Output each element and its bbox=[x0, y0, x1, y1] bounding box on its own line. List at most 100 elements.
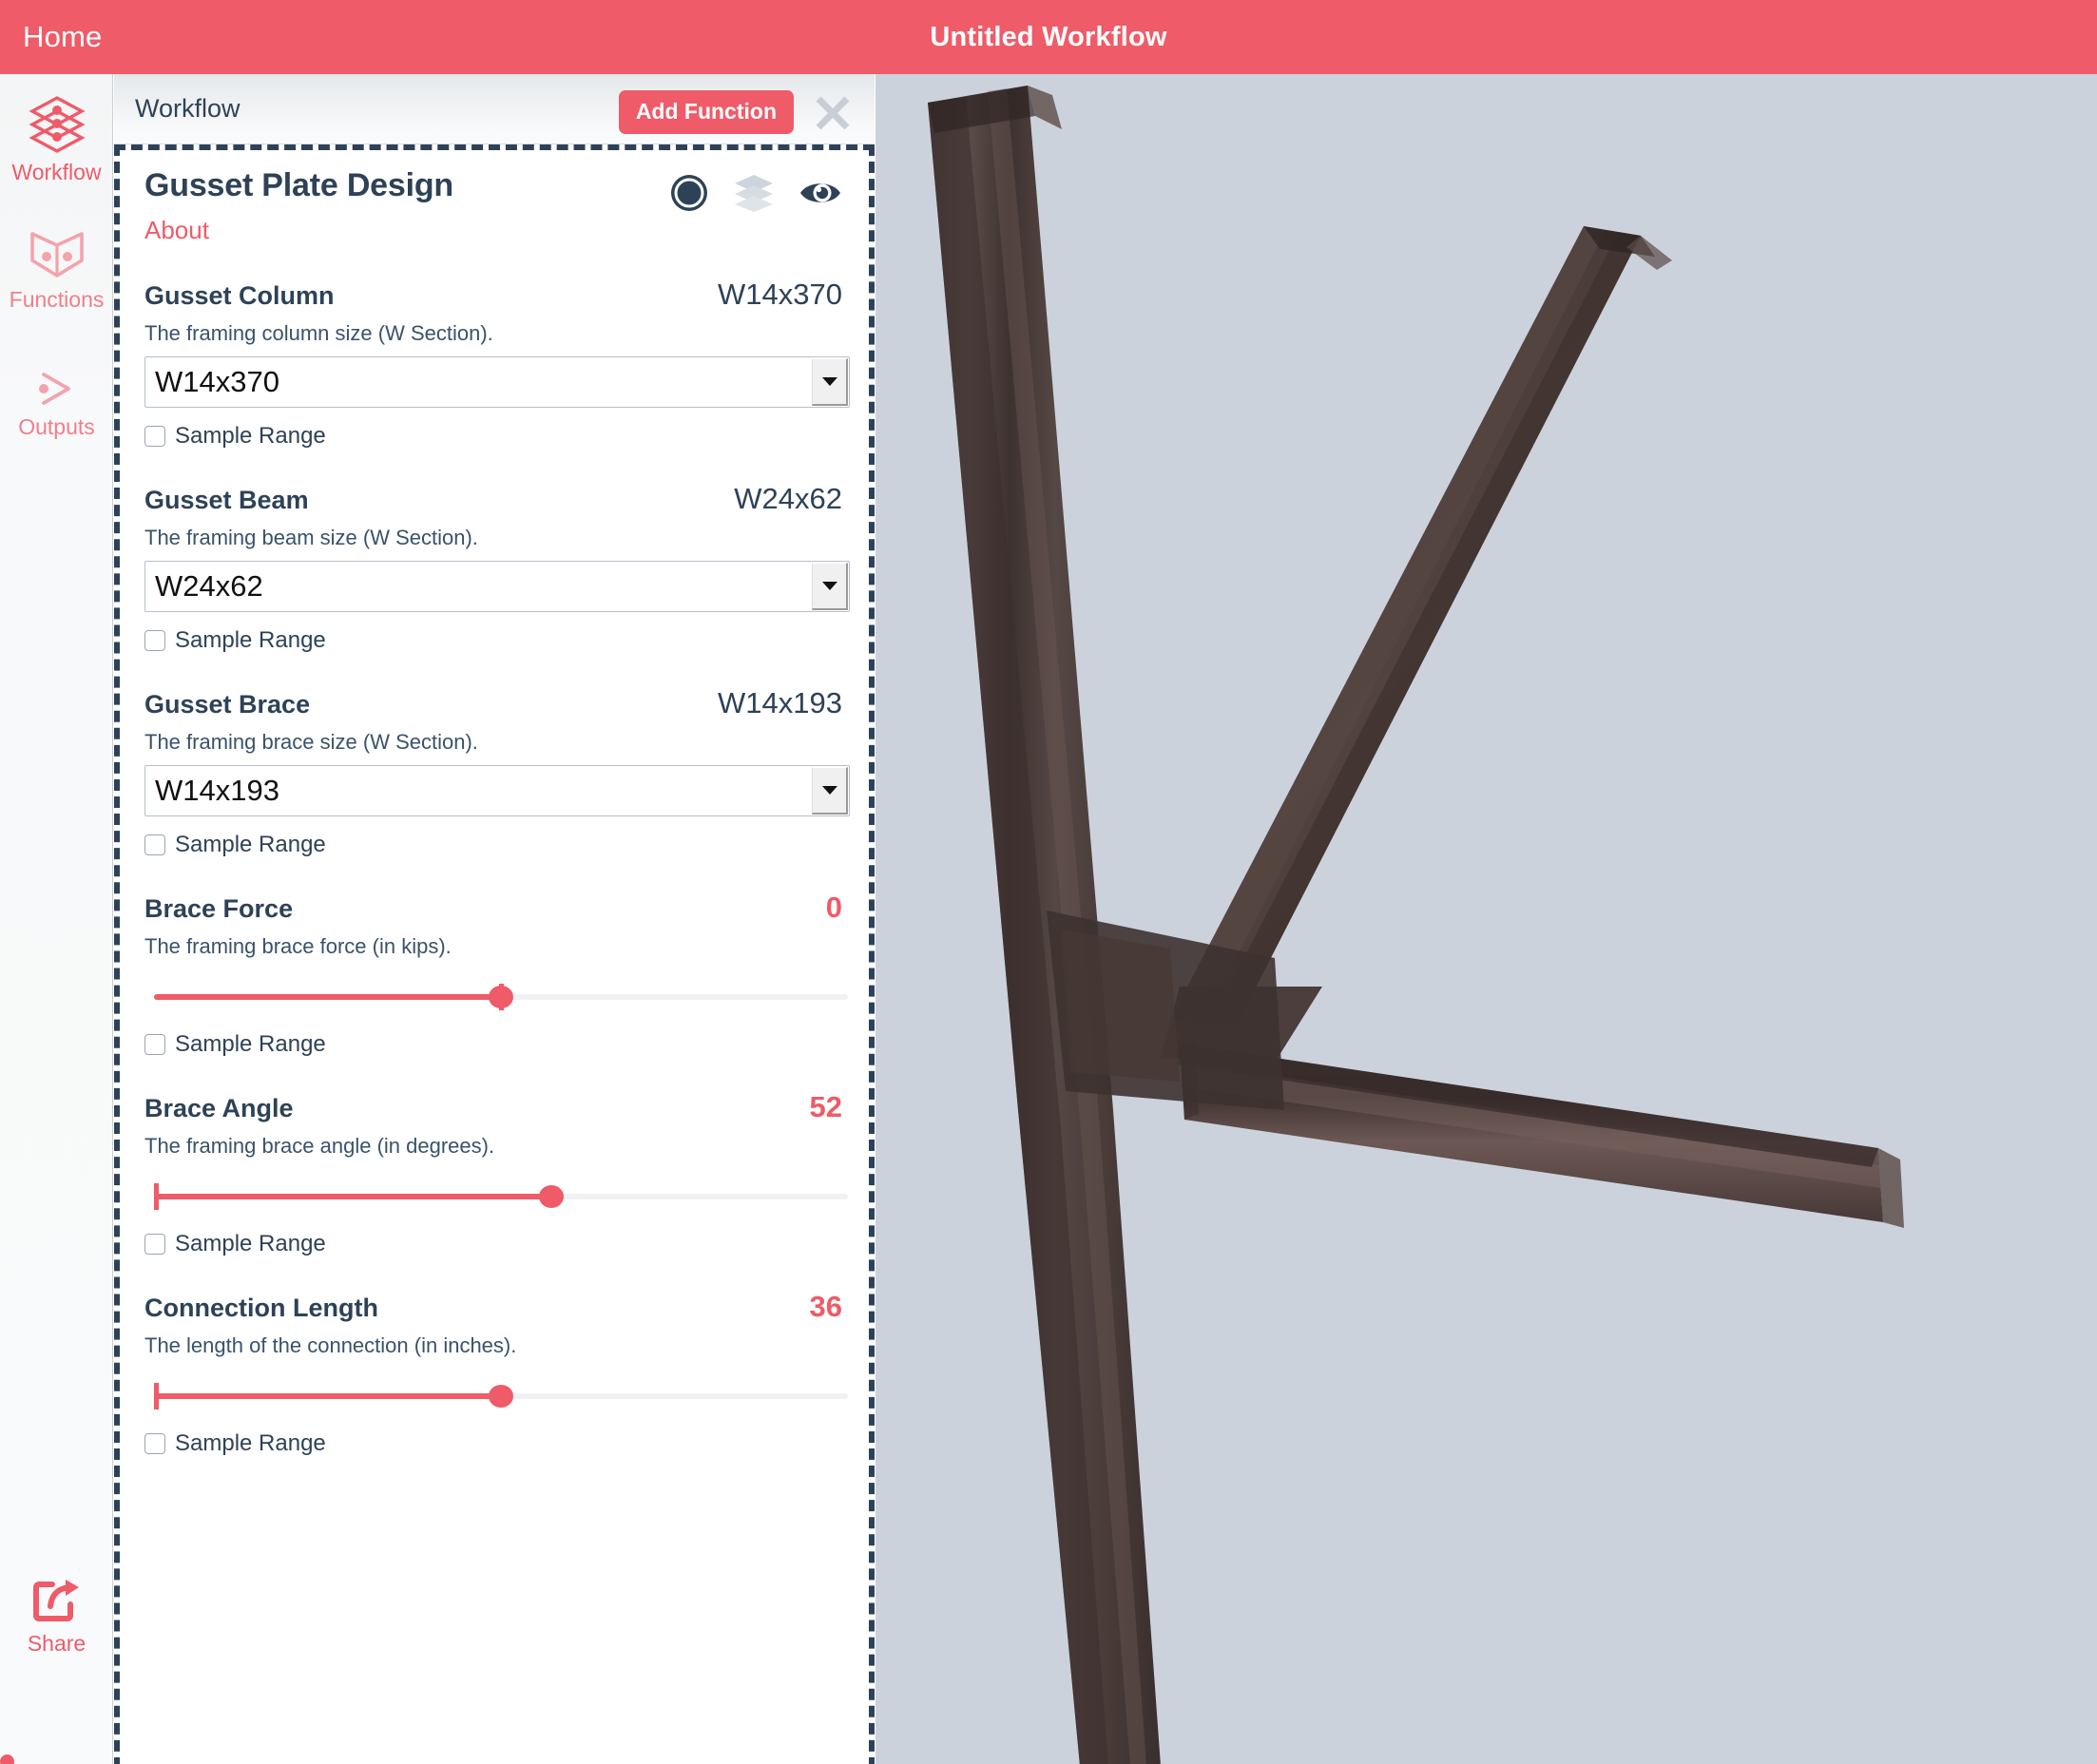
chevron-down-icon[interactable] bbox=[812, 767, 848, 815]
panel-header: Workflow Add Function bbox=[114, 74, 875, 144]
param-label: Brace Angle bbox=[144, 1094, 294, 1122]
param-connection-length: Connection Length 36 The length of the c… bbox=[144, 1290, 848, 1457]
slider-tick bbox=[154, 1383, 159, 1409]
workflow-panel: Workflow Add Function Gusset Plate Desig… bbox=[114, 74, 875, 1764]
sample-range-row: Sample Range bbox=[144, 423, 842, 450]
param-label: Gusset Column bbox=[144, 281, 335, 310]
sample-range-row: Sample Range bbox=[144, 832, 842, 858]
param-current-value: 0 bbox=[825, 891, 842, 924]
slider-handle[interactable] bbox=[539, 1185, 564, 1208]
gusset-connection-model bbox=[928, 86, 1904, 1764]
sidebar-item-share[interactable]: Share bbox=[0, 1578, 113, 1656]
gusset-beam-select[interactable]: W24x62 bbox=[144, 561, 850, 612]
play-arrow-icon bbox=[0, 369, 113, 413]
param-gusset-brace: Gusset Brace W14x193 The framing brace s… bbox=[144, 686, 850, 858]
param-header-row: Brace Force 0 bbox=[144, 891, 842, 925]
more-horizontal-icon bbox=[0, 1754, 113, 1764]
select-value: W14x370 bbox=[155, 365, 279, 398]
sidebar-item-outputs[interactable]: Outputs bbox=[0, 369, 113, 439]
sample-range-checkbox[interactable] bbox=[144, 1034, 165, 1055]
workflow-title: Untitled Workflow bbox=[930, 21, 1167, 52]
add-function-button[interactable]: Add Function bbox=[618, 90, 794, 134]
sample-range-checkbox[interactable] bbox=[144, 1433, 165, 1454]
slider-fill bbox=[154, 1393, 501, 1399]
sidebar-item-functions[interactable]: Functions bbox=[0, 228, 113, 312]
param-description: The framing brace force (in kips). bbox=[144, 934, 452, 958]
param-label: Brace Force bbox=[144, 894, 294, 923]
param-gusset-beam: Gusset Beam W24x62 The framing beam size… bbox=[144, 482, 850, 654]
slider-tick bbox=[154, 1183, 159, 1210]
slider-fill bbox=[154, 1194, 551, 1199]
sidebar-item-workflow[interactable]: Workflow bbox=[0, 95, 113, 184]
select-box[interactable]: W14x193 bbox=[144, 765, 850, 816]
select-value: W14x193 bbox=[155, 774, 279, 807]
param-current-value: W24x62 bbox=[734, 482, 842, 515]
param-description: The framing column size (W Section). bbox=[144, 321, 493, 345]
sample-range-label: Sample Range bbox=[175, 627, 326, 653]
sample-range-label: Sample Range bbox=[175, 1231, 326, 1256]
sample-range-row: Sample Range bbox=[144, 1430, 842, 1457]
sample-range-checkbox[interactable] bbox=[144, 834, 165, 855]
param-current-value: W14x193 bbox=[718, 686, 842, 719]
sample-range-checkbox[interactable] bbox=[144, 630, 165, 651]
page-title: Gusset Plate Design bbox=[144, 167, 453, 203]
slider-handle[interactable] bbox=[489, 986, 513, 1008]
param-description: The length of the connection (in inches)… bbox=[144, 1333, 517, 1357]
sidebar-label-workflow: Workflow bbox=[11, 160, 102, 184]
select-box[interactable]: W24x62 bbox=[144, 561, 850, 612]
close-x-icon[interactable] bbox=[812, 92, 854, 134]
param-header-row: Gusset Beam W24x62 bbox=[144, 482, 842, 516]
param-header-row: Brace Angle 52 bbox=[144, 1090, 842, 1124]
layers-stack-icon bbox=[0, 95, 113, 159]
sample-range-row: Sample Range bbox=[144, 1031, 842, 1058]
model-brace bbox=[1161, 226, 1672, 1063]
param-description: The framing beam size (W Section). bbox=[144, 526, 478, 549]
param-current-value: 52 bbox=[809, 1090, 842, 1123]
eye-visibility-icon[interactable] bbox=[798, 178, 842, 208]
sidebar-rail: Workflow Functions Outputs Share bbox=[0, 74, 113, 1764]
param-label: Gusset Beam bbox=[144, 486, 309, 514]
model-column bbox=[928, 86, 1161, 1764]
sample-range-label: Sample Range bbox=[175, 423, 326, 449]
share-export-icon bbox=[0, 1578, 113, 1630]
sample-range-checkbox[interactable] bbox=[144, 426, 165, 447]
chevron-down-icon[interactable] bbox=[812, 358, 848, 406]
sample-range-row: Sample Range bbox=[144, 627, 842, 654]
param-brace-force: Brace Force 0 The framing brace force (i… bbox=[144, 891, 848, 1058]
model-viewport[interactable] bbox=[875, 74, 2097, 1764]
gusset-brace-select[interactable]: W14x193 bbox=[144, 765, 850, 816]
panel-header-title: Workflow bbox=[135, 94, 240, 123]
gusset-column-select[interactable]: W14x370 bbox=[144, 356, 850, 408]
chevron-down-icon[interactable] bbox=[812, 563, 848, 610]
slider-fill bbox=[154, 994, 501, 1000]
sidebar-item-more[interactable] bbox=[0, 1754, 113, 1764]
param-brace-angle: Brace Angle 52 The framing brace angle (… bbox=[144, 1090, 848, 1257]
slider-handle[interactable] bbox=[489, 1385, 513, 1408]
param-current-value: W14x370 bbox=[718, 278, 842, 311]
sample-range-checkbox[interactable] bbox=[144, 1234, 165, 1255]
record-circle-icon[interactable] bbox=[669, 173, 709, 213]
open-book-icon bbox=[0, 228, 113, 286]
app-root: Home Untitled Workflow Workflow Function… bbox=[0, 0, 2097, 1764]
param-gusset-column: Gusset Column W14x370 The framing column… bbox=[144, 278, 850, 450]
param-description: The framing brace size (W Section). bbox=[144, 730, 478, 754]
sample-range-label: Sample Range bbox=[175, 1430, 326, 1456]
layers-icon[interactable] bbox=[733, 173, 775, 213]
param-header-row: Gusset Brace W14x193 bbox=[144, 686, 842, 720]
param-header-row: Connection Length 36 bbox=[144, 1290, 842, 1324]
connection-length-slider[interactable] bbox=[154, 1377, 848, 1415]
sample-range-label: Sample Range bbox=[175, 1031, 326, 1057]
param-label: Gusset Brace bbox=[144, 690, 311, 719]
select-value: W24x62 bbox=[155, 569, 263, 603]
model-beam bbox=[1176, 1036, 1904, 1228]
top-bar: Home Untitled Workflow bbox=[0, 0, 2097, 74]
param-header-row: Gusset Column W14x370 bbox=[144, 278, 842, 312]
select-box[interactable]: W14x370 bbox=[144, 356, 850, 408]
sample-range-label: Sample Range bbox=[175, 832, 326, 857]
about-link[interactable]: About bbox=[144, 216, 842, 245]
brace-force-slider[interactable] bbox=[154, 978, 848, 1016]
sidebar-label-functions: Functions bbox=[9, 287, 105, 312]
param-label: Connection Length bbox=[144, 1294, 378, 1322]
param-current-value: 36 bbox=[809, 1290, 842, 1323]
brace-angle-slider[interactable] bbox=[154, 1178, 848, 1216]
